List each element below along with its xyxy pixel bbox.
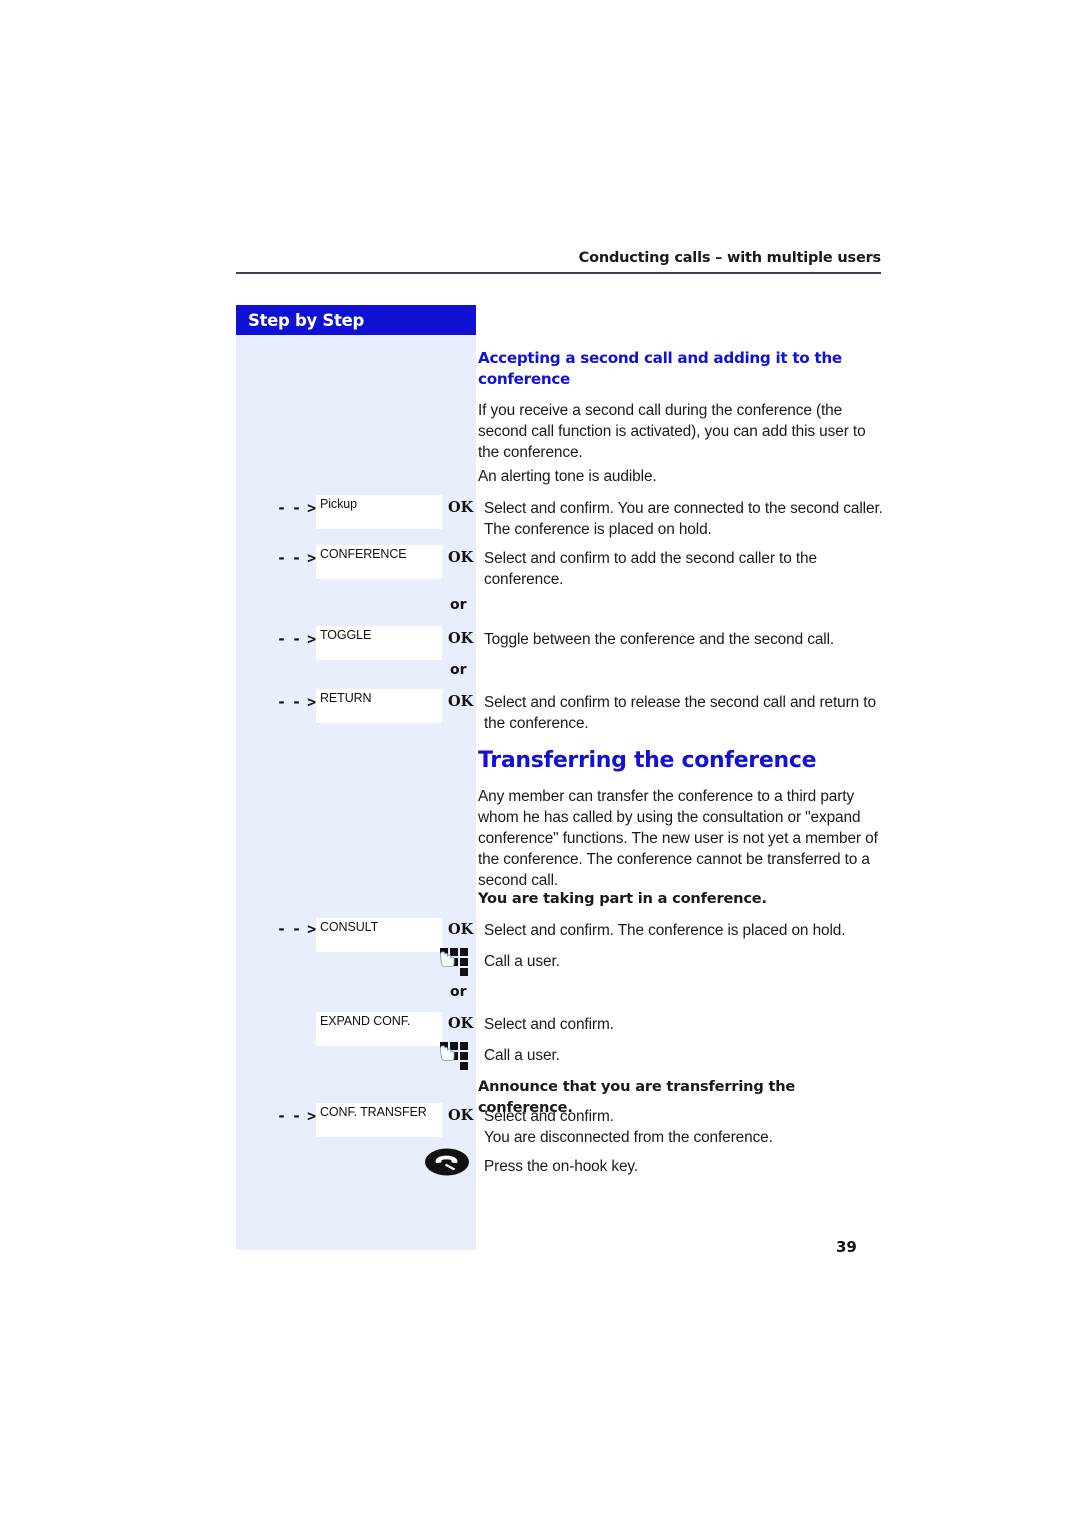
- keypad-icon[interactable]: [438, 946, 470, 978]
- ok-key-conference-transfer[interactable]: OK: [448, 1108, 473, 1124]
- paragraph-toggle-description: Toggle between the conference and the se…: [484, 631, 835, 648]
- dashed-arrow-icon: - - >: [277, 1107, 316, 1125]
- display-key-expand-conference[interactable]: EXPAND CONF.: [316, 1012, 442, 1046]
- display-key-pickup[interactable]: Pickup: [316, 495, 442, 529]
- or-separator: or: [450, 984, 467, 1000]
- paragraph-conference-description: Select and confirm to add the second cal…: [484, 550, 817, 588]
- paragraph-alerting-tone: An alerting tone is audible.: [478, 468, 657, 485]
- keypad-icon[interactable]: [438, 1040, 470, 1072]
- display-key-conference-transfer[interactable]: CONF. TRANSFER: [316, 1103, 442, 1137]
- paragraph-disconnected: You are disconnected from the conference…: [484, 1129, 773, 1146]
- display-key-return[interactable]: RETURN: [316, 689, 442, 723]
- ok-key-return[interactable]: OK: [448, 694, 473, 710]
- ok-key-consult[interactable]: OK: [448, 922, 473, 938]
- dashed-arrow-icon: - - >: [277, 630, 316, 648]
- paragraph-consult-description: Select and confirm. The conference is pl…: [484, 922, 846, 939]
- page-number: 39: [836, 1238, 857, 1256]
- section-heading-accepting-second-call: Accepting a second call and adding it to…: [478, 349, 842, 388]
- paragraph-conf-transfer-description: Select and confirm.: [484, 1108, 614, 1125]
- paragraph-taking-part: You are taking part in a conference.: [478, 890, 767, 907]
- or-separator: or: [450, 597, 467, 613]
- paragraph-return-description: Select and confirm to release the second…: [484, 694, 876, 732]
- ok-key-toggle[interactable]: OK: [448, 631, 473, 647]
- running-head: Conducting calls – with multiple users: [578, 250, 882, 266]
- ok-key-pickup[interactable]: OK: [448, 500, 473, 516]
- paragraph-expand-conference-description: Select and confirm.: [484, 1016, 614, 1033]
- dashed-arrow-icon: - - >: [277, 549, 316, 567]
- paragraph-transfer-intro: Any member can transfer the conference t…: [478, 788, 878, 889]
- paragraph-call-a-user-1: Call a user.: [484, 953, 560, 970]
- ok-key-conference[interactable]: OK: [448, 550, 473, 566]
- on-hook-key-icon[interactable]: [424, 1146, 470, 1178]
- paragraph-press-on-hook: Press the on-hook key.: [484, 1158, 639, 1175]
- step-by-step-title: Step by Step: [236, 305, 476, 335]
- dashed-arrow-icon: - - >: [277, 920, 316, 938]
- section-heading-transferring-conference: Transferring the conference: [478, 748, 817, 773]
- paragraph-second-call-intro: If you receive a second call during the …: [478, 402, 866, 461]
- or-separator: or: [450, 662, 467, 678]
- ok-key-expand-conference[interactable]: OK: [448, 1016, 473, 1032]
- dashed-arrow-icon: - - >: [277, 499, 316, 517]
- paragraph-call-a-user-2: Call a user.: [484, 1047, 560, 1064]
- header-divider: [236, 272, 881, 274]
- display-key-conference[interactable]: CONFERENCE: [316, 545, 442, 579]
- display-key-consult[interactable]: CONSULT: [316, 918, 442, 952]
- display-key-toggle[interactable]: TOGGLE: [316, 626, 442, 660]
- paragraph-pickup-description: Select and confirm. You are connected to…: [484, 500, 883, 538]
- dashed-arrow-icon: - - >: [277, 693, 316, 711]
